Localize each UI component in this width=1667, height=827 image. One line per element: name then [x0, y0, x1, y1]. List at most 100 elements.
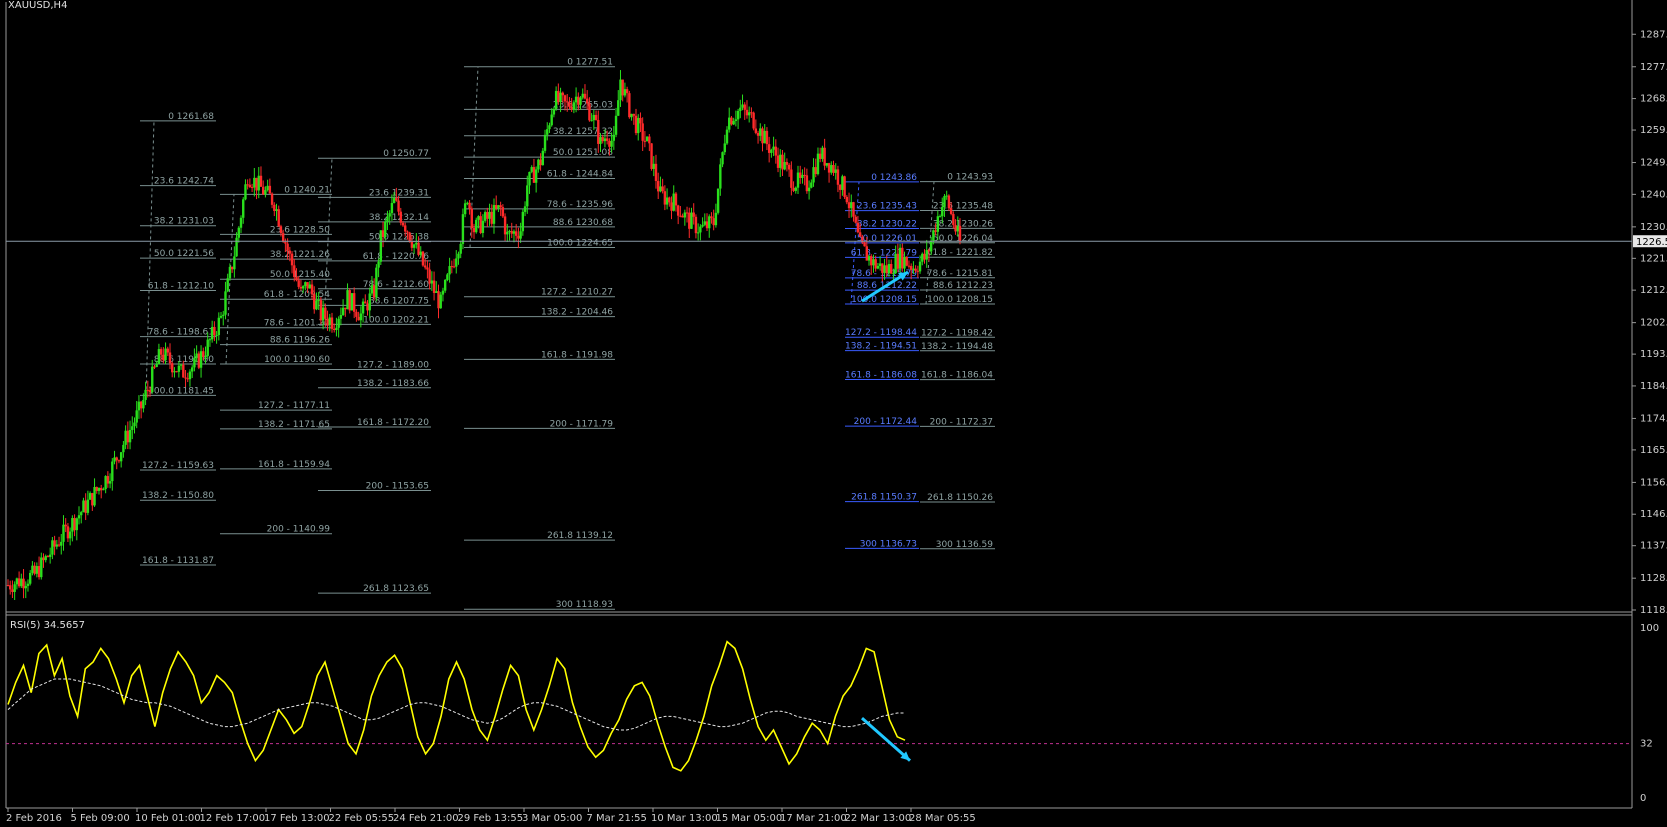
fib-level-label: 161.8 - 1191.98: [541, 350, 613, 360]
price-tick-label: 1212.2: [1640, 285, 1667, 296]
candle-body: [546, 129, 549, 135]
time-tick-label: 10 Feb 01:00: [135, 813, 201, 824]
candle-body: [543, 134, 547, 151]
candle-body: [139, 401, 143, 409]
candle-body: [324, 307, 327, 319]
candle-body: [406, 231, 409, 233]
candle-body: [943, 196, 946, 207]
chart-window[interactable]: 0 1261.68 23.6 1242.74 38.2 1231.03 50.0 12…: [0, 0, 1667, 824]
candle-body: [190, 367, 194, 372]
candle-body: [723, 143, 726, 153]
time-tick-label: 28 Mar 05:55: [909, 813, 976, 824]
candle-body: [228, 266, 232, 279]
candle-body: [732, 121, 735, 125]
candle-body: [111, 461, 114, 482]
candle-body: [24, 585, 27, 589]
candle-body: [561, 92, 564, 96]
fib-level-label: 61.8 - 1244.84: [547, 169, 613, 179]
fib-level-label: 88.6 1207.75: [369, 296, 429, 306]
fib-level-label: 23.6 1235.43: [857, 202, 917, 212]
candle-body: [621, 79, 624, 96]
candle-body: [643, 140, 647, 142]
candle-body: [890, 263, 893, 274]
candle-body: [954, 224, 957, 232]
candle-body: [617, 100, 620, 116]
candle-body: [947, 195, 951, 209]
candle-body: [37, 566, 41, 578]
candle-body: [881, 263, 884, 273]
candle-body: [903, 256, 906, 269]
candle-body: [796, 172, 800, 188]
candle-body: [168, 352, 172, 364]
fib-level-label: 138.2 - 1150.80: [142, 491, 214, 501]
time-tick-label: 5 Feb 09:00: [71, 813, 130, 824]
candle-body: [932, 230, 935, 241]
candle-body: [792, 187, 795, 191]
candle-body: [619, 79, 622, 101]
candle-body: [299, 286, 303, 289]
candle-body: [590, 120, 593, 122]
candle-body: [452, 266, 456, 268]
candle-body: [386, 216, 389, 222]
current-price-label: 1226.5: [1636, 237, 1667, 248]
candle-body: [936, 216, 940, 232]
candle-body: [519, 231, 522, 239]
candle-body: [395, 198, 398, 201]
candle-body: [483, 212, 487, 221]
candle-body: [250, 186, 254, 188]
fib-level-label: 200 - 1140.99: [267, 525, 331, 535]
candle-body: [206, 339, 209, 356]
candle-body: [301, 286, 305, 289]
fib-level-label: 61.8 - 1209.54: [264, 290, 330, 300]
candle-body: [725, 129, 729, 144]
candle-body: [812, 167, 815, 183]
fib-level-label: 50.0 1221.56: [154, 249, 214, 259]
candle-body: [55, 544, 59, 547]
candle-body: [557, 90, 560, 103]
candle-body: [838, 184, 842, 190]
candle-body: [956, 225, 959, 232]
candle-body: [539, 159, 542, 166]
candle-body: [162, 354, 165, 361]
candle-body: [26, 583, 30, 586]
candle-body: [927, 250, 931, 252]
candle-body: [333, 328, 336, 331]
candle-body: [688, 212, 691, 229]
time-tick-label: 10 Mar 13:00: [651, 813, 718, 824]
candle-body: [479, 216, 482, 233]
candle-body: [46, 555, 50, 557]
rsi-title: RSI(5) 34.5657: [10, 620, 85, 631]
candle-body: [202, 351, 205, 358]
candle-body: [304, 282, 307, 287]
candle-body: [361, 301, 365, 314]
candle-body: [657, 181, 660, 192]
candle-body: [255, 177, 258, 191]
candle-body: [372, 285, 376, 298]
candle-body: [894, 253, 897, 274]
price-tick-label: 1268.2: [1640, 94, 1667, 105]
candle-body: [443, 279, 447, 291]
candle-body: [122, 444, 125, 453]
candle-body: [532, 167, 536, 183]
fib-level-label: 200 - 1153.65: [366, 481, 429, 491]
fib-level-label: 300 1136.59: [936, 540, 994, 550]
price-tick-label: 1202.7: [1640, 318, 1667, 329]
candle-body: [208, 339, 212, 341]
candle-body: [676, 205, 680, 216]
candle-body: [186, 378, 189, 380]
fib-level-label: 161.8 - 1131.87: [142, 556, 214, 566]
candle-body: [319, 300, 323, 321]
candle-body: [492, 205, 496, 224]
candle-body: [521, 211, 525, 232]
fib-level-label: 50.0 1215.40: [270, 270, 330, 280]
candle-body: [566, 101, 569, 103]
fib-level-label: 127.2 - 1198.44: [845, 328, 917, 338]
candle-body: [934, 230, 937, 232]
price-tick-label: 1277.5: [1640, 62, 1667, 73]
candle-body: [377, 261, 380, 268]
fib-level-label: 127.2 - 1189.00: [357, 361, 429, 371]
candle-body: [650, 143, 653, 169]
candle-body: [670, 202, 673, 211]
candle-body: [77, 515, 81, 519]
candle-body: [321, 307, 325, 321]
